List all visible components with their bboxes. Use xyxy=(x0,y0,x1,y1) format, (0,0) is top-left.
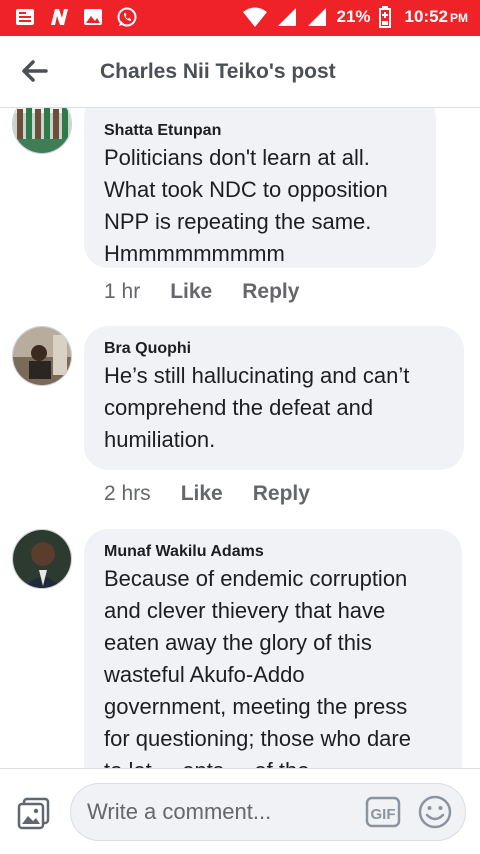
gif-icon: GIF xyxy=(365,796,401,828)
comment-line: eaten away the glory of this xyxy=(104,630,372,655)
comment-line: He’s still hallucinating and can’t xyxy=(104,363,410,388)
notification-icons xyxy=(14,6,138,28)
comment-line: to let ... ents ... of the xyxy=(104,755,442,768)
battery-icon xyxy=(378,6,391,28)
comment-author[interactable]: Shatta Etunpan xyxy=(104,120,416,142)
comment-input[interactable] xyxy=(87,796,357,828)
comment-line: What took NDC to opposition xyxy=(104,177,388,202)
clock-time: 10:52 xyxy=(404,7,448,26)
page-title: Charles Nii Teiko's post xyxy=(100,60,336,83)
comment-line: government, meeting the press xyxy=(104,694,408,719)
battery-percent: 21% xyxy=(336,7,371,26)
comment-time[interactable]: 1 hr xyxy=(104,280,140,304)
avatar[interactable] xyxy=(12,108,72,154)
comment-line: comprehend the defeat and xyxy=(104,395,374,420)
clock: 10:52 PM xyxy=(405,7,468,27)
comment-line: for questioning; those who dare xyxy=(104,726,411,751)
wifi-icon xyxy=(243,7,268,27)
status-bar: 21% 10:52 PM xyxy=(0,0,480,36)
comment-actions: 1 hr Like Reply xyxy=(104,280,299,304)
comment-text: Because of endemic corruption and clever… xyxy=(104,563,442,768)
whatsapp-icon xyxy=(117,7,137,27)
comments-list[interactable]: Shatta Etunpan Politicians don't learn a… xyxy=(0,108,480,768)
clock-ampm: PM xyxy=(450,11,468,25)
comment-text: He’s still hallucinating and can’t compr… xyxy=(104,360,444,456)
n-app-icon xyxy=(51,9,68,25)
comment-line: and clever thievery that have xyxy=(104,598,386,623)
signal-icon xyxy=(278,8,297,26)
comment-line: NPP is repeating the same. xyxy=(104,209,372,234)
gallery-icon xyxy=(84,9,102,25)
gif-label: GIF xyxy=(371,806,396,823)
photo-icon[interactable] xyxy=(16,795,52,831)
like-button[interactable]: Like xyxy=(181,482,223,506)
reply-button[interactable]: Reply xyxy=(242,280,299,304)
signal-icon-2 xyxy=(308,8,327,26)
post-header: Charles Nii Teiko's post xyxy=(0,36,480,108)
comment-line: humiliation. xyxy=(104,427,216,452)
avatar[interactable] xyxy=(12,326,72,386)
system-status: 21% 10:52 PM xyxy=(242,6,468,28)
arrow-left-icon[interactable] xyxy=(18,56,52,86)
reply-button[interactable]: Reply xyxy=(253,482,310,506)
comment-actions: 2 hrs Like Reply xyxy=(104,482,310,506)
like-button[interactable]: Like xyxy=(170,280,212,304)
comment-bubble[interactable]: Bra Quophi He’s still hallucinating and … xyxy=(84,326,464,470)
comment-bubble[interactable]: Munaf Wakilu Adams Because of endemic co… xyxy=(84,529,462,768)
comment-bubble[interactable]: Shatta Etunpan Politicians don't learn a… xyxy=(84,108,436,268)
gif-button[interactable]: GIF xyxy=(365,796,401,828)
comment-author[interactable]: Munaf Wakilu Adams xyxy=(104,541,442,563)
comment-input-container[interactable]: GIF xyxy=(70,783,466,841)
comment-line: Because of endemic corruption xyxy=(104,566,408,591)
comment-line: Hmmmmmmmmm xyxy=(104,241,285,266)
avatar[interactable] xyxy=(12,529,72,589)
comment-line: wasteful Akufo-Addo xyxy=(104,662,305,687)
news-icon xyxy=(16,9,34,25)
comment-time[interactable]: 2 hrs xyxy=(104,482,151,506)
emoji-icon[interactable] xyxy=(417,794,453,830)
comment-text: Politicians don't learn at all. What too… xyxy=(104,142,416,270)
comment-author[interactable]: Bra Quophi xyxy=(104,338,444,360)
comment-line: Politicians don't learn at all. xyxy=(104,145,370,170)
comment-composer: GIF xyxy=(0,768,480,854)
